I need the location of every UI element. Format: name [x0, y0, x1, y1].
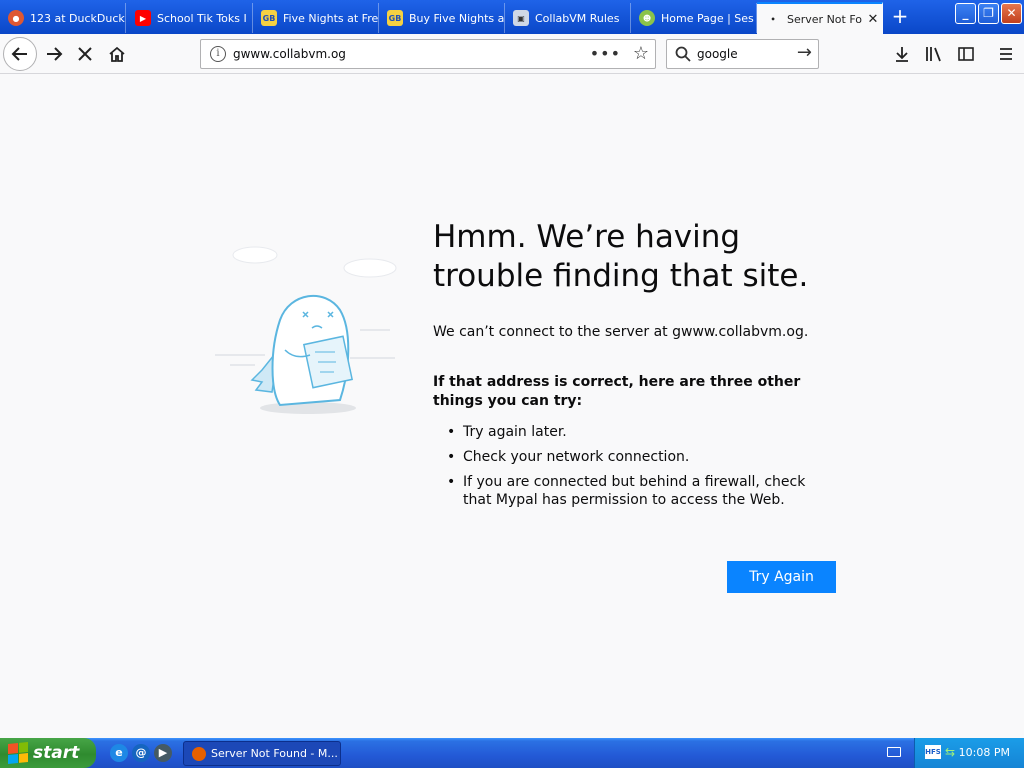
sad-creature-illustration: [215, 246, 397, 414]
tab-label: 123 at DuckDuckGo: [30, 11, 125, 25]
stop-x-icon: [78, 47, 92, 61]
page-actions-icon[interactable]: •••: [590, 44, 621, 63]
tab-label: Home Page | Ses: [661, 11, 754, 25]
url-text[interactable]: gwww.collabvm.og: [233, 47, 346, 61]
sidebar-button[interactable]: [950, 38, 982, 70]
tab-label: Five Nights at Fre: [283, 11, 378, 25]
menu-button[interactable]: [990, 38, 1022, 70]
tab-youtube[interactable]: ▶ School Tik Toks I: [127, 3, 253, 33]
network-tray-icon[interactable]: ⇆: [945, 745, 959, 759]
tab-buy-fnaf[interactable]: GB Buy Five Nights a: [379, 3, 505, 33]
gamebanana-icon: GB: [387, 10, 403, 26]
tab-label: Buy Five Nights a: [409, 11, 504, 25]
tips-heading: If that address is correct, here are thr…: [433, 374, 801, 409]
hamburger-menu-icon: [1000, 48, 1012, 60]
search-input[interactable]: google: [697, 47, 738, 61]
start-button[interactable]: start: [0, 738, 96, 768]
restore-button[interactable]: ❐: [978, 3, 999, 24]
minimize-button[interactable]: _: [955, 3, 976, 24]
error-description: We can’t connect to the server at gwww.c…: [433, 324, 809, 340]
forward-button[interactable]: [38, 38, 70, 70]
search-go-arrow-icon[interactable]: →: [797, 42, 812, 63]
tab-collabvm[interactable]: ▣ CollabVM Rules: [505, 3, 631, 33]
tab-strip: ● 123 at DuckDuckGo ▶ School Tik Toks I …: [0, 0, 1024, 34]
youtube-icon: ▶: [135, 10, 151, 26]
close-tab-icon[interactable]: ✕: [864, 12, 882, 27]
gamebanana-icon: GB: [261, 10, 277, 26]
internet-explorer-icon[interactable]: e: [110, 744, 128, 762]
downloads-button[interactable]: [886, 38, 918, 70]
library-icon: [926, 47, 941, 62]
loading-dot-icon: •: [770, 14, 776, 24]
error-title: Hmm. We’re having trouble finding that s…: [433, 219, 809, 294]
taskbar-item-label: Server Not Found - M...: [211, 747, 338, 760]
taskbar: start e @ ▶ Server Not Found - M... HFS …: [0, 738, 1024, 768]
system-tray: HFS ⇆ 10:08 PM: [914, 738, 1024, 768]
search-bar[interactable]: google →: [666, 39, 819, 69]
tab-label: Server Not Fo: [787, 12, 863, 26]
arrow-left-icon: [11, 47, 27, 61]
tip-item: Try again later.: [433, 423, 833, 441]
home-button[interactable]: [101, 38, 133, 70]
bookmark-star-icon[interactable]: ☆: [633, 43, 649, 64]
library-button[interactable]: [918, 38, 950, 70]
tip-item: Check your network connection.: [433, 448, 833, 466]
mypal-browser-icon: [192, 746, 206, 761]
search-icon: [675, 46, 691, 62]
hfs-tray-icon[interactable]: HFS: [925, 745, 941, 759]
tab-label: CollabVM Rules: [535, 11, 620, 25]
sesame-icon: ☻: [639, 10, 655, 26]
outlook-express-icon[interactable]: @: [132, 744, 150, 762]
tab-server-not-found[interactable]: • Server Not Fo ✕: [757, 2, 883, 34]
tab-duckduckgo[interactable]: ● 123 at DuckDuckGo: [0, 3, 126, 33]
try-again-button[interactable]: Try Again: [727, 561, 836, 593]
tab-label: School Tik Toks I: [157, 11, 247, 25]
info-icon[interactable]: i: [210, 46, 226, 62]
media-player-icon[interactable]: ▶: [154, 744, 172, 762]
collabvm-icon: ▣: [513, 10, 529, 26]
clock: 10:08 PM: [958, 746, 1010, 759]
start-label: start: [33, 743, 80, 763]
home-icon: [109, 46, 125, 62]
sidebar-icon: [958, 47, 974, 61]
tab-sesame[interactable]: ☻ Home Page | Ses: [631, 3, 757, 33]
stop-button[interactable]: [69, 38, 101, 70]
url-bar[interactable]: i gwww.collabvm.og ••• ☆: [200, 39, 656, 69]
keyboard-icon[interactable]: [887, 747, 901, 757]
duckduckgo-icon: ●: [8, 10, 24, 26]
windows-flag-icon: [8, 741, 28, 765]
download-icon: [896, 47, 908, 62]
taskbar-item-mypal[interactable]: Server Not Found - M...: [183, 741, 341, 766]
tab-fnaf[interactable]: GB Five Nights at Fre: [253, 3, 379, 33]
back-button[interactable]: [3, 37, 37, 71]
navigation-toolbar: i gwww.collabvm.og ••• ☆ google →: [0, 34, 1024, 74]
tip-item: If you are connected but behind a firewa…: [433, 473, 833, 509]
arrow-right-icon: [47, 47, 63, 61]
tips-list: Try again later. Check your network conn…: [433, 423, 833, 516]
new-tab-button[interactable]: +: [886, 4, 914, 30]
close-window-button[interactable]: ✕: [1001, 3, 1022, 24]
